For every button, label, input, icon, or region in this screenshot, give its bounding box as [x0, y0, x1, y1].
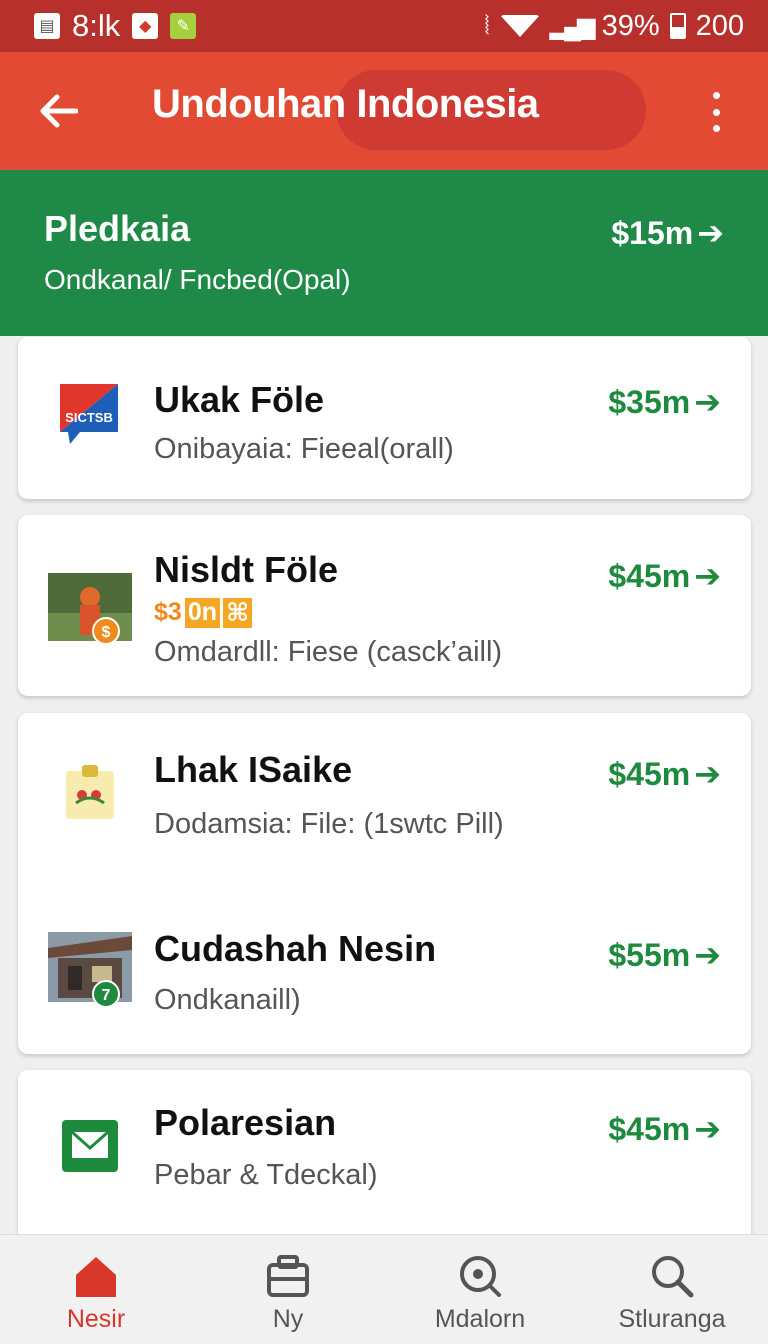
- item-price[interactable]: $45m ➔: [608, 557, 721, 595]
- item-subtitle: Dodamsia: File: (1swtc Pill): [154, 808, 504, 840]
- battery-icon: [669, 13, 686, 39]
- promo-icon: ⌘: [223, 598, 253, 628]
- item-title: Nisldt Föle: [154, 549, 339, 590]
- status-time: 8:lk: [72, 8, 121, 43]
- promo-badge: $3 0n ⌘: [154, 598, 253, 628]
- summary-banner[interactable]: Pledkaia Ondkanal/ Fncbed(Opal) $15m ➔: [0, 170, 768, 336]
- item-price-value: $45m: [608, 755, 691, 792]
- nav-item-search[interactable]: Stluranga: [576, 1235, 768, 1344]
- nav-item-home[interactable]: Nesir: [0, 1235, 192, 1344]
- status-bar: ▤ 8:lk ◆ ✎ ⦚ ▂▄▆ 39% 200: [0, 0, 768, 52]
- nav-label: Nesir: [66, 1305, 126, 1333]
- item-price-value: $35m: [608, 383, 691, 420]
- status-right: ⦚ ▂▄▆ 39% 200: [484, 10, 744, 43]
- back-button[interactable]: [0, 52, 118, 170]
- item-price[interactable]: $45m ➔: [608, 1110, 721, 1148]
- person-photo-thumb: $: [48, 573, 132, 645]
- mail-icon: [62, 1120, 118, 1172]
- promo-price: $3: [154, 598, 182, 626]
- status-left: ▤ 8:lk ◆ ✎: [34, 8, 197, 44]
- list-card: SICTSB Ukak Föle Onibayaia: Fieeal(orall…: [18, 337, 751, 499]
- signal-icon: ▂▄▆: [549, 12, 596, 40]
- chevron-right-icon: ➔: [694, 937, 721, 973]
- promo-tag: 0n: [184, 598, 220, 628]
- list-card: Lhak ISaike Dodamsia: File: (1swtc Pill)…: [18, 713, 751, 1054]
- nav-label: Stluranga: [618, 1305, 726, 1333]
- item-price-value: $55m: [608, 936, 691, 973]
- search-icon: [652, 1256, 694, 1298]
- nav-label: Ny: [272, 1305, 304, 1333]
- item-subtitle: Ondkanaill): [154, 984, 301, 1016]
- svg-text:$: $: [102, 624, 111, 641]
- item-price-value: $45m: [608, 557, 691, 594]
- summary-subtitle: Ondkanal/ Fncbed(Opal): [44, 264, 351, 295]
- menu-dot: [712, 92, 720, 99]
- item-title: Polaresian: [154, 1102, 337, 1143]
- nav-label: Mdalorn: [434, 1305, 526, 1333]
- calendar-flower-icon: [62, 763, 118, 823]
- vibrate-icon: ⦚: [484, 10, 490, 40]
- list-card: Polaresian Pebar & Tdeckal) $45m ➔: [18, 1070, 751, 1260]
- item-subtitle: Pebar & Tdeckal): [154, 1159, 378, 1191]
- home-icon: [76, 1257, 116, 1297]
- list-item[interactable]: $ Nisldt Föle $3 0n ⌘ Omdardll: Fiese (c…: [18, 515, 751, 696]
- list-item[interactable]: 7 Cudashah Nesin Ondkanaill) $55m ➔: [18, 878, 751, 1054]
- nav-item-mdalorn[interactable]: Mdalorn: [384, 1235, 576, 1344]
- menu-dot: [712, 125, 720, 132]
- chevron-right-icon: ➔: [694, 558, 721, 594]
- list-item[interactable]: Lhak ISaike Dodamsia: File: (1swtc Pill)…: [18, 713, 751, 878]
- badge-number: 7: [102, 987, 111, 1004]
- chevron-right-icon: ➔: [697, 215, 724, 251]
- item-price-value: $45m: [608, 1110, 691, 1147]
- wifi-icon: [499, 15, 540, 37]
- chevron-right-icon: ➔: [694, 756, 721, 792]
- app-bar: Undouhan Indonesia: [0, 52, 768, 170]
- battery-percent: 39%: [601, 9, 660, 42]
- nav-item-ny[interactable]: Ny: [192, 1235, 384, 1344]
- menu-dot: [712, 108, 720, 116]
- sictsb-logo-icon: SICTSB: [58, 382, 138, 458]
- item-price[interactable]: $45m ➔: [608, 755, 721, 793]
- chevron-right-icon: ➔: [694, 1111, 721, 1147]
- list-item[interactable]: SICTSB Ukak Föle Onibayaia: Fieeal(orall…: [18, 337, 751, 499]
- sictsb-logo-text: SICTSB: [65, 410, 113, 425]
- list-card: $ Nisldt Föle $3 0n ⌘ Omdardll: Fiese (c…: [18, 515, 751, 696]
- bottom-navigation: Nesir Ny Mdalorn Stluranga: [0, 1234, 768, 1344]
- page-title: Undouhan Indonesia: [152, 82, 539, 126]
- location-icon: [460, 1256, 501, 1297]
- item-subtitle: Omdardll: Fiese (casck’aill): [154, 636, 503, 668]
- chevron-right-icon: ➔: [694, 384, 721, 420]
- app-notification-icon: ◆: [132, 13, 159, 39]
- back-arrow-icon: [40, 94, 78, 128]
- status-clock: 200: [695, 9, 744, 42]
- item-price[interactable]: $55m ➔: [608, 936, 721, 974]
- item-subtitle: Onibayaia: Fieeal(orall): [154, 433, 454, 465]
- document-notification-icon: ▤: [34, 13, 60, 39]
- overflow-menu-button[interactable]: [696, 92, 736, 132]
- item-title: Ukak Föle: [154, 379, 325, 420]
- leaf-notification-icon: ✎: [170, 13, 197, 39]
- item-title: Lhak ISaike: [154, 749, 353, 790]
- summary-price-value: $15m: [611, 214, 694, 251]
- house-photo-thumb: 7: [48, 932, 132, 1008]
- briefcase-icon: [267, 1255, 309, 1297]
- summary-price[interactable]: $15m ➔: [611, 214, 724, 252]
- item-title: Cudashah Nesin: [154, 928, 437, 969]
- item-price[interactable]: $35m ➔: [608, 383, 721, 421]
- list-item[interactable]: Polaresian Pebar & Tdeckal) $45m ➔: [18, 1070, 751, 1230]
